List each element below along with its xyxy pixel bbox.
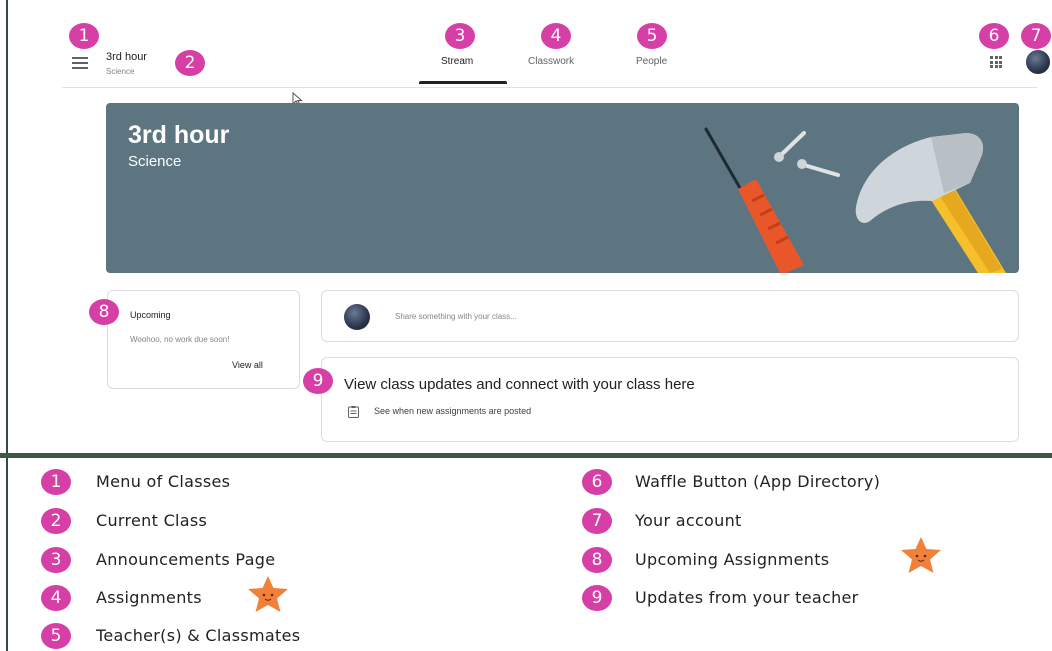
legend-badge-3: 3 — [41, 547, 71, 573]
callout-badge-9: 9 — [303, 368, 333, 394]
legend-label-8: Upcoming Assignments — [635, 550, 830, 569]
legend-badge-5: 5 — [41, 623, 71, 649]
current-class-name[interactable]: 3rd hour — [106, 51, 147, 63]
avatar[interactable] — [1026, 50, 1050, 74]
upcoming-empty-message: Woohoo, no work due soon! — [130, 335, 230, 344]
stream-info-headline: View class updates and connect with your… — [344, 376, 695, 393]
section-divider — [0, 453, 1052, 458]
legend-label-2: Current Class — [96, 511, 208, 530]
callout-badge-6: 6 — [979, 23, 1009, 49]
upcoming-card: Upcoming Woohoo, no work due soon! View … — [107, 290, 300, 389]
legend-badge-8: 8 — [582, 547, 612, 573]
share-avatar — [344, 304, 370, 330]
view-all-link[interactable]: View all — [232, 360, 263, 370]
legend-label-5: Teacher(s) & Classmates — [96, 626, 301, 645]
tab-classwork[interactable]: Classwork — [528, 56, 574, 67]
legend-badge-7: 7 — [582, 508, 612, 534]
header-divider — [62, 87, 1037, 88]
upcoming-title: Upcoming — [130, 310, 171, 320]
callout-badge-2: 2 — [175, 50, 205, 76]
waffle-icon[interactable] — [990, 56, 1002, 68]
assignment-icon — [348, 406, 359, 418]
legend-label-4: Assignments — [96, 588, 202, 607]
banner-title: 3rd hour — [128, 121, 230, 149]
tab-stream[interactable]: Stream — [441, 56, 473, 67]
legend-label-3: Announcements Page — [96, 550, 276, 569]
current-class-subject: Science — [106, 67, 135, 76]
legend-badge-1: 1 — [41, 469, 71, 495]
callout-badge-7: 7 — [1021, 23, 1051, 49]
legend-badge-9: 9 — [582, 585, 612, 611]
callout-badge-5: 5 — [637, 23, 667, 49]
star-icon — [248, 576, 288, 612]
stream-info-card: View class updates and connect with your… — [321, 357, 1019, 442]
callout-badge-8: 8 — [89, 299, 119, 325]
hammer-icon — [855, 133, 1006, 273]
legend-badge-4: 4 — [41, 585, 71, 611]
legend-label-6: Waffle Button (App Directory) — [635, 472, 881, 491]
callout-badge-1: 1 — [69, 23, 99, 49]
class-banner: 3rd hour Science — [106, 103, 1019, 273]
star-icon — [901, 537, 941, 573]
tools-illustration — [704, 127, 1006, 273]
banner-subtitle: Science — [128, 153, 182, 170]
active-tab-indicator — [419, 81, 507, 84]
share-box[interactable]: Share something with your class... — [321, 290, 1019, 342]
frame-border-left-lower — [6, 460, 8, 651]
legend-label-1: Menu of Classes — [96, 472, 231, 491]
legend-badge-6: 6 — [582, 469, 612, 495]
legend-label-7: Your account — [635, 511, 742, 530]
menu-icon[interactable] — [72, 57, 88, 69]
frame-border-left — [6, 0, 8, 460]
screws-icon — [774, 131, 840, 177]
share-input-placeholder[interactable]: Share something with your class... — [395, 312, 517, 321]
callout-badge-4: 4 — [541, 23, 571, 49]
legend-label-9: Updates from your teacher — [635, 588, 859, 607]
callout-badge-3: 3 — [445, 23, 475, 49]
tab-people[interactable]: People — [636, 56, 667, 67]
stream-info-line: See when new assignments are posted — [374, 406, 532, 416]
legend-badge-2: 2 — [41, 508, 71, 534]
screwdriver-icon — [704, 127, 804, 273]
